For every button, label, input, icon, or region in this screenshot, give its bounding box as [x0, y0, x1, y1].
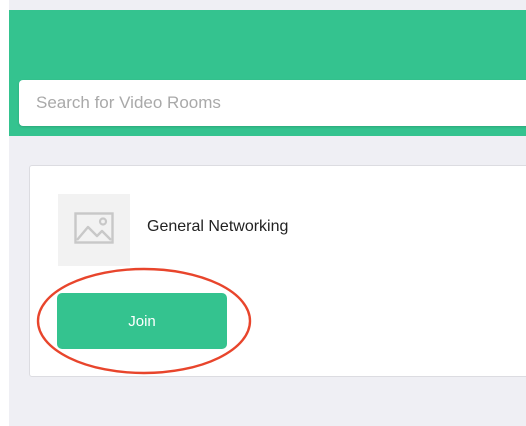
- search-input[interactable]: [19, 80, 526, 126]
- join-button[interactable]: Join: [57, 293, 227, 349]
- search-bar: [19, 80, 526, 126]
- room-thumbnail: [58, 194, 130, 266]
- image-placeholder-icon: [74, 211, 114, 249]
- room-name: General Networking: [147, 218, 289, 235]
- room-card: General Networking Join: [29, 165, 526, 377]
- app-screen: General Networking Join: [0, 0, 526, 426]
